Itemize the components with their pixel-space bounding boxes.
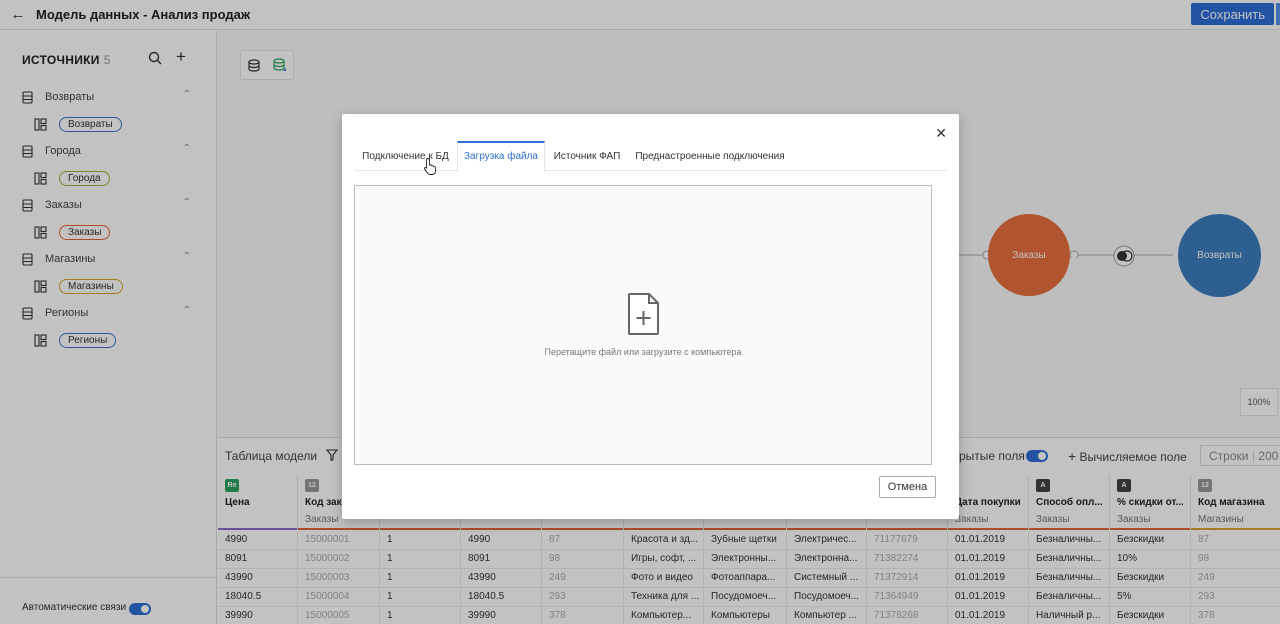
file-add-icon (628, 293, 659, 335)
source-tabs: Подключение к БД Загрузка файла Источник… (354, 141, 947, 172)
dropzone-hint: Перетащите файл или загрузите с компьюте… (544, 347, 742, 357)
tab-preset-connections[interactable]: Преднастроенные подключения (629, 141, 791, 171)
hand-cursor-icon (424, 158, 436, 175)
close-icon[interactable]: ✕ (935, 125, 947, 142)
cancel-button[interactable]: Отмена (879, 476, 936, 498)
file-dropzone[interactable]: Перетащите файл или загрузите с компьюте… (354, 185, 932, 465)
tab-fap-source[interactable]: Источник ФАП (545, 141, 629, 171)
tab-file-upload[interactable]: Загрузка файла (457, 141, 545, 172)
tab-db-connection[interactable]: Подключение к БД (354, 141, 457, 171)
